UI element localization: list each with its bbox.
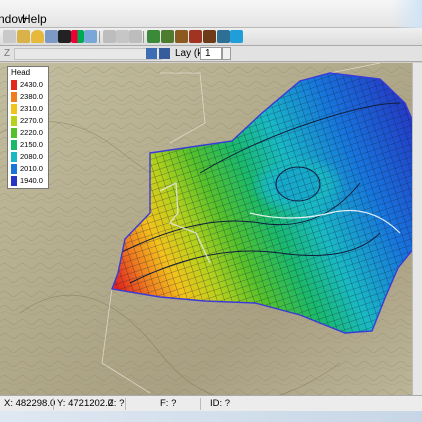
legend-entry: 2150.0 [11,139,51,151]
legend-value: 2310.0 [20,104,43,113]
status-f: F: ? [160,398,177,409]
status-y-coordinate: Y: 4721202.0 [57,398,113,409]
head-icon[interactable] [217,30,230,43]
legend-entry: 2380.0 [11,91,51,103]
river-icon[interactable] [175,30,188,43]
bulb-icon[interactable] [31,30,44,43]
status-divider [53,398,54,410]
legend-swatch [11,104,17,114]
legend-swatch [11,152,17,162]
status-z: Z: ? [108,398,125,409]
calc-icon[interactable] [84,30,97,43]
legend-entry: 2270.0 [11,115,51,127]
save-icon[interactable] [45,30,58,43]
drain-icon[interactable] [189,30,202,43]
display-icon[interactable] [230,30,243,43]
image-icon[interactable] [58,30,71,43]
legend-swatch [11,116,17,126]
legend-value: 2430.0 [20,80,43,89]
legend-value: 2380.0 [20,92,43,101]
legend-swatch [11,92,17,102]
legend-value: 2150.0 [20,140,43,149]
legend-swatch [11,140,17,150]
legend-title: Head [11,68,31,77]
toolbar-separator [99,31,100,43]
status-divider [200,398,201,410]
z-value-field[interactable] [14,48,162,60]
application-window: ndow Help Z Lay (k): 1 Head 2430.0 2380.… [0,0,422,422]
open-folder-icon[interactable] [17,30,30,43]
new-file-icon[interactable] [3,30,16,43]
taskbar-edge [0,411,422,422]
legend-entry: 2080.0 [11,151,51,163]
delete-icon[interactable] [129,30,142,43]
legend-entry: 1940.0 [11,175,51,187]
legend-entry: 2220.0 [11,127,51,139]
layer-up-icon[interactable] [146,48,157,59]
model-map-canvas[interactable] [0,63,422,395]
head-legend: Head 2430.0 2380.0 2310.0 2270.0 2220.0 2150.… [7,66,49,189]
legend-entry: 2430.0 [11,79,51,91]
copy-icon[interactable] [103,30,116,43]
legend-entry: 2010.0 [11,163,51,175]
status-divider [125,398,126,410]
layer-spinner-icon[interactable] [222,47,231,60]
legend-value: 2080.0 [20,152,43,161]
z-label: Z [4,48,11,59]
status-x-coordinate: X: 482298.0 [4,398,56,409]
grid-color-icon[interactable] [71,30,84,43]
recharge-icon[interactable] [203,30,216,43]
status-bar: X: 482298.0 Y: 4721202.0 Z: ? F: ? ID: ? [0,395,422,411]
toolbar-separator [143,31,144,43]
vertical-scrollbar[interactable] [412,63,422,395]
layer-toolbar: Z Lay (k): 1 [0,46,422,62]
menu-bar: ndow Help [0,0,422,28]
legend-swatch [11,164,17,174]
run-model-icon[interactable] [147,30,160,43]
paste-icon[interactable] [116,30,129,43]
legend-swatch [11,128,17,138]
legend-value: 2010.0 [20,164,43,173]
legend-value: 2270.0 [20,116,43,125]
legend-swatch [11,176,17,186]
map-view[interactable] [0,63,422,395]
wells-icon[interactable] [161,30,174,43]
window-frame-edge [392,0,422,28]
menu-help[interactable]: Help [22,12,47,26]
layer-down-icon[interactable] [159,48,170,59]
layer-input[interactable]: 1 [200,47,222,60]
legend-value: 1940.0 [20,176,43,185]
legend-swatch [11,80,17,90]
main-toolbar [0,28,422,46]
status-id: ID: ? [210,398,231,409]
legend-value: 2220.0 [20,128,43,137]
legend-entry: 2310.0 [11,103,51,115]
